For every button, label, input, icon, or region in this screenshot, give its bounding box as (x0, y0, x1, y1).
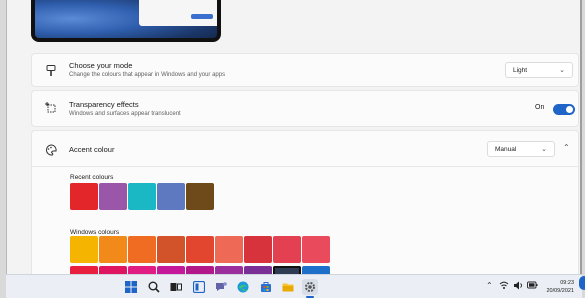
chevron-down-icon: ⌄ (559, 67, 565, 74)
recent-colour-swatch[interactable] (70, 183, 98, 210)
windows-colour-swatch[interactable] (215, 236, 243, 263)
theme-preview (31, 0, 221, 42)
clock-time: 09:23 (560, 280, 574, 286)
search-icon[interactable] (146, 279, 162, 295)
brush-icon (44, 64, 58, 78)
transparency-title: Transparency effects (69, 100, 139, 109)
recent-colour-swatch[interactable] (99, 183, 127, 210)
chevron-up-icon[interactable]: ⌃ (563, 143, 570, 152)
windows-start-icon[interactable] (123, 279, 139, 295)
windows-colour-swatch[interactable] (128, 266, 156, 274)
network-icon[interactable] (499, 281, 509, 292)
mode-subtitle: Change the colours that appear in Window… (69, 72, 226, 78)
file-explorer-icon[interactable] (280, 279, 296, 295)
volume-icon[interactable] (513, 281, 523, 292)
chevron-down-icon: ⌄ (541, 146, 547, 153)
accent-title: Accent colour (69, 145, 115, 154)
store-icon[interactable] (258, 279, 274, 295)
windows-colour-swatch[interactable] (186, 266, 214, 274)
widgets-icon[interactable] (191, 279, 207, 295)
preview-accent-bar (191, 14, 213, 19)
edge-icon[interactable] (235, 279, 251, 295)
windows-colour-swatch[interactable] (273, 236, 301, 263)
transparency-icon (44, 101, 58, 115)
mode-dropdown[interactable]: Light ⌄ (505, 62, 573, 78)
mode-card: Choose your mode Change the colours that… (31, 53, 579, 87)
windows-colour-swatch[interactable] (70, 266, 98, 274)
transparency-toggle[interactable] (553, 104, 575, 115)
palette-icon (44, 143, 58, 157)
task-view-icon[interactable] (168, 279, 184, 295)
battery-icon[interactable] (527, 281, 538, 291)
windows-colour-swatch[interactable] (157, 266, 185, 274)
windows-colour-swatch[interactable] (273, 266, 301, 274)
windows-colour-swatch[interactable] (244, 266, 272, 274)
accent-dropdown-value: Manual (495, 145, 517, 153)
recent-colour-swatch[interactable] (128, 183, 156, 210)
windows-colour-swatch[interactable] (99, 236, 127, 263)
windows-colour-swatch[interactable] (157, 236, 185, 263)
windows-colour-swatch[interactable] (244, 236, 272, 263)
taskbar: ⌃ 09:23 20/09/2021 (6, 274, 582, 298)
windows-colour-swatch[interactable] (70, 236, 98, 263)
chat-icon[interactable] (213, 279, 229, 295)
windows-colour-swatch[interactable] (215, 266, 243, 274)
windows-colour-swatch[interactable] (99, 266, 127, 274)
settings-icon[interactable] (302, 279, 318, 295)
chevron-up-icon[interactable]: ⌃ (486, 281, 493, 290)
mode-title: Choose your mode (69, 61, 133, 70)
windows-colour-swatch[interactable] (302, 236, 330, 263)
accent-dropdown[interactable]: Manual ⌄ (487, 141, 555, 157)
transparency-toggle-label: On (535, 104, 545, 111)
settings-window: Choose your mode Change the colours that… (6, 0, 582, 274)
notification-badge[interactable] (579, 276, 585, 290)
accent-card: Accent colour Manual ⌄ ⌃ Recent colours … (31, 130, 579, 274)
recent-colours-label: Recent colours (70, 174, 114, 181)
toggle-knob (566, 106, 573, 113)
windows-colours-label: Windows colours (70, 229, 120, 236)
recent-colour-swatch[interactable] (157, 183, 185, 210)
windows-colour-swatch[interactable] (186, 236, 214, 263)
transparency-subtitle: Windows and surfaces appear translucent (69, 111, 181, 117)
taskbar-clock[interactable]: 09:23 20/09/2021 (546, 279, 574, 295)
clock-date: 20/09/2021 (546, 288, 574, 294)
mode-dropdown-value: Light (513, 66, 528, 74)
transparency-card: Transparency effects Windows and surface… (31, 90, 579, 127)
windows-colour-swatch[interactable] (302, 266, 330, 274)
recent-colour-swatch[interactable] (186, 183, 214, 210)
windows-colour-swatch[interactable] (128, 236, 156, 263)
preview-window (139, 0, 217, 26)
